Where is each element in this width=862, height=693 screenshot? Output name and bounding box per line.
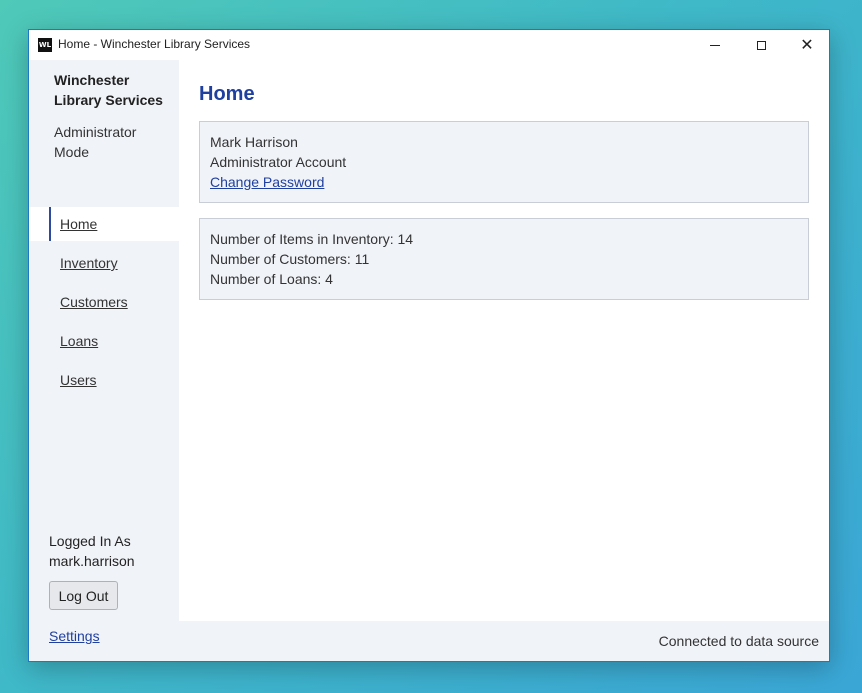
inventory-count: Number of Items in Inventory: 14	[210, 231, 414, 247]
close-icon: ✕	[800, 35, 814, 54]
loan-count: Number of Loans: 4	[210, 271, 333, 287]
mode-label: Administrator Mode	[54, 124, 137, 160]
sidebar: Winchester Library Services Administrato…	[29, 60, 179, 621]
sidebar-item-label[interactable]: Users	[60, 372, 97, 388]
sidebar-item-customers[interactable]: Customers	[29, 285, 179, 319]
account-type: Administrator Account	[210, 154, 347, 170]
logged-in-username: mark.harrison	[49, 553, 135, 569]
settings-link[interactable]: Settings	[49, 628, 100, 644]
app-name: Winchester Library Services	[54, 72, 163, 108]
sidebar-item-label[interactable]: Loans	[60, 333, 98, 349]
maximize-icon	[756, 40, 766, 50]
logout-button[interactable]: Log Out	[49, 581, 118, 610]
status-bar: Settings Connected to data source	[29, 621, 829, 661]
sidebar-item-label[interactable]: Inventory	[60, 255, 118, 271]
close-button[interactable]: ✕	[784, 30, 830, 60]
account-name: Mark Harrison	[210, 134, 298, 150]
sidebar-item-users[interactable]: Users	[29, 363, 179, 397]
main-content: Home Mark Harrison Administrator Account…	[179, 60, 829, 621]
sidebar-item-inventory[interactable]: Inventory	[29, 246, 179, 280]
sidebar-item-loans[interactable]: Loans	[29, 324, 179, 358]
app-window: WL Home - Winchester Library Services ✕ …	[28, 29, 830, 662]
window-title: Home - Winchester Library Services	[58, 37, 251, 51]
logged-in-label: Logged In As	[49, 533, 131, 549]
sidebar-item-label[interactable]: Home	[60, 216, 97, 232]
sidebar-nav: Home Inventory Customers Loans Users	[29, 207, 179, 402]
customer-count: Number of Customers: 11	[210, 251, 370, 267]
minimize-icon	[710, 44, 720, 46]
stats-card: Number of Items in Inventory: 14 Number …	[199, 218, 809, 300]
minimize-button[interactable]	[692, 30, 738, 60]
change-password-link[interactable]: Change Password	[210, 174, 324, 190]
maximize-button[interactable]	[738, 30, 784, 60]
sidebar-item-home[interactable]: Home	[29, 207, 179, 241]
account-card: Mark Harrison Administrator Account Chan…	[199, 121, 809, 203]
connection-status: Connected to data source	[658, 633, 819, 649]
title-bar[interactable]: WL Home - Winchester Library Services ✕	[29, 30, 829, 60]
page-title: Home	[199, 83, 255, 105]
app-logo-icon: WL	[38, 38, 52, 52]
sidebar-item-label[interactable]: Customers	[60, 294, 128, 310]
